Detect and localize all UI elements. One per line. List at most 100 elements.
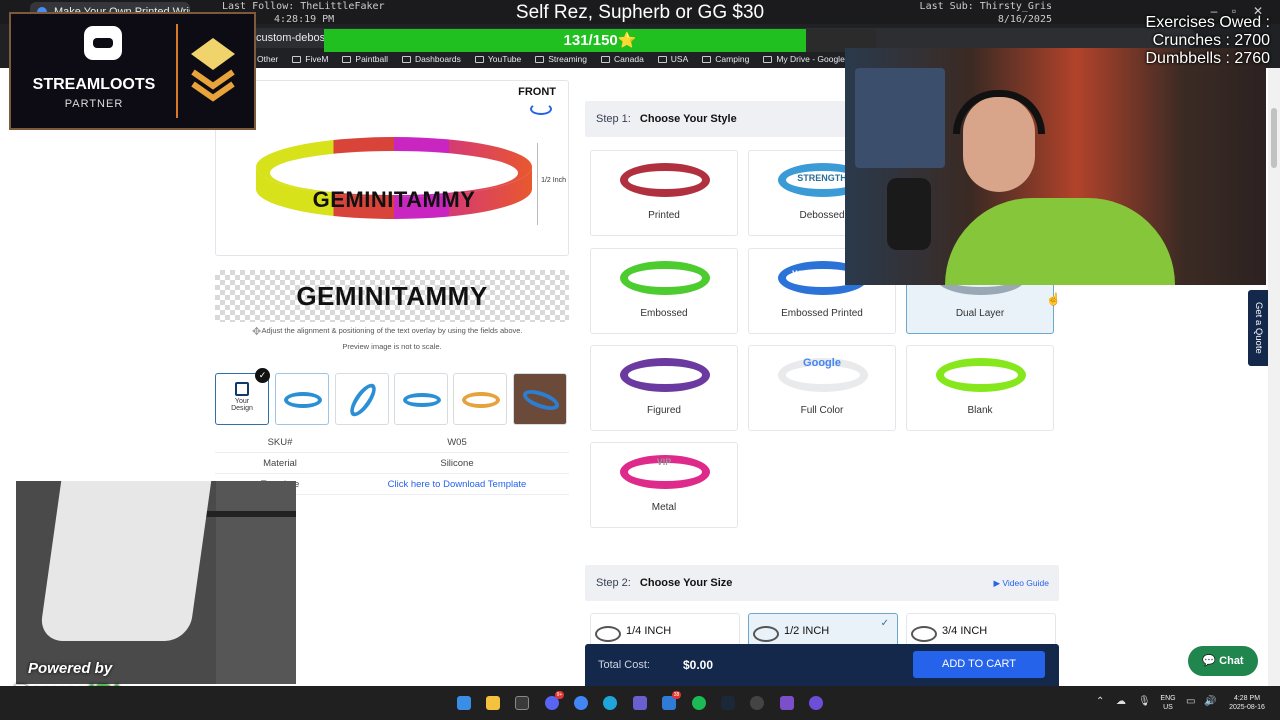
- wristband-thumbnail-image: [520, 385, 562, 415]
- chat-label: Chat: [1219, 655, 1244, 667]
- step-number: Step 2:: [596, 577, 631, 589]
- spec-row-material: Material Silicone: [215, 453, 569, 474]
- style-label: Figured: [647, 405, 681, 416]
- region-code: US: [1163, 704, 1173, 711]
- streamer-webcam: [845, 48, 1266, 285]
- style-option-full-color[interactable]: Google Full Color: [748, 345, 896, 431]
- spec-key: Material: [263, 458, 297, 469]
- chat-button[interactable]: 💬 Chat: [1188, 646, 1258, 676]
- get-a-quote-tab[interactable]: Get a Quote: [1248, 290, 1268, 366]
- clock-date: 2025-08-16: [1229, 704, 1265, 711]
- microphone-icon: [887, 178, 931, 250]
- alignment-hint: Adjust the alignment & positioning of th…: [261, 326, 523, 335]
- download-template-link[interactable]: Click here to Download Template: [385, 479, 529, 490]
- folder-icon: [342, 55, 352, 63]
- obs-icon[interactable]: [809, 696, 823, 710]
- microphone-tray-icon[interactable]: 🎙: [1138, 696, 1151, 707]
- partner-label: PARTNER: [64, 98, 124, 110]
- stream-date: 8/16/2025: [997, 14, 1052, 25]
- spec-value: Silicone: [440, 458, 474, 469]
- thumbnail-image[interactable]: [513, 373, 567, 425]
- display-icon[interactable]: ▭: [1186, 696, 1195, 707]
- front-label: FRONT: [518, 86, 556, 98]
- page-scrollbar[interactable]: [1268, 68, 1280, 686]
- scale-hint: Preview image is not to scale.: [342, 342, 442, 351]
- steam-icon[interactable]: [721, 696, 735, 710]
- style-option-printed[interactable]: McDonald's Printed: [590, 150, 738, 236]
- donation-goal-bar: 131/150⭐: [324, 29, 876, 52]
- size-label: 3/4 INCH: [942, 625, 988, 637]
- volume-icon[interactable]: 🔊: [1204, 696, 1216, 707]
- folder-icon: [292, 55, 302, 63]
- chrome-icon[interactable]: [574, 696, 588, 710]
- band-logo-text: McDonald's: [638, 173, 690, 183]
- cloud-icon[interactable]: ☁: [1116, 696, 1126, 707]
- bookmark-usa[interactable]: USA: [657, 54, 689, 64]
- your-design-label-1: Your: [234, 398, 250, 405]
- edge-icon[interactable]: [603, 696, 617, 710]
- clock-time: 4:28 PM: [1233, 695, 1261, 702]
- app-icon[interactable]: [633, 696, 647, 710]
- streamloots-name: STREAMLOOTS: [32, 76, 156, 93]
- thumbnail-image[interactable]: [394, 373, 448, 425]
- wristband-preview-image: [256, 137, 532, 219]
- bookmark-my-drive[interactable]: My Drive - Google...: [763, 54, 852, 64]
- thumbnail-image[interactable]: [335, 373, 389, 425]
- rotate-icon[interactable]: [530, 103, 552, 115]
- step-title: Choose Your Style: [639, 113, 737, 125]
- mouse-cursor-icon: ☝: [1046, 292, 1061, 306]
- video-guide-link[interactable]: ▶ Video Guide: [993, 565, 1049, 601]
- start-icon[interactable]: [457, 696, 471, 710]
- style-option-metal[interactable]: VIP Metal: [590, 442, 738, 528]
- size-indicator-label: 1/2 Inch: [541, 177, 566, 184]
- scrollbar-thumb[interactable]: [1271, 108, 1277, 168]
- system-clock[interactable]: 4:28 PM 2025-08-16: [1222, 694, 1272, 712]
- spec-value: W05: [447, 437, 467, 448]
- thumbnail-image[interactable]: [453, 373, 507, 425]
- app-icon[interactable]: [750, 696, 764, 710]
- partner-chevron-icon: [191, 38, 235, 102]
- bookmark-canada[interactable]: Canada: [601, 54, 644, 64]
- notification-badge: 38: [672, 691, 681, 699]
- calculator-icon[interactable]: [515, 696, 529, 710]
- band-logo-text: Google: [803, 357, 841, 369]
- badge-divider: [176, 24, 178, 118]
- step-2-header: Step 2: Choose Your Size ▶ Video Guide: [585, 565, 1059, 601]
- chevron-up-icon[interactable]: ⌃: [1096, 696, 1104, 707]
- style-option-figured[interactable]: HOS Hon Figured: [590, 345, 738, 431]
- total-cost-bar: Total Cost: $0.00 ADD TO CART: [585, 644, 1059, 686]
- style-option-blank[interactable]: Blank: [906, 345, 1054, 431]
- bookmark-dashboards[interactable]: Dashboards: [402, 54, 461, 64]
- selected-check-icon: ✓: [255, 368, 270, 383]
- bookmark-streaming[interactable]: Streaming: [535, 54, 587, 64]
- language-indicator[interactable]: ENG US: [1158, 694, 1178, 712]
- bookmark-paintball[interactable]: Paintball: [342, 54, 388, 64]
- blank-wristband-image: [936, 358, 1026, 392]
- paint-roller-icon: [235, 382, 249, 396]
- your-design-label-2: Design: [231, 405, 253, 412]
- bookmark-label: Canada: [614, 54, 644, 64]
- drive-icon: [763, 55, 773, 63]
- bookmark-fivem[interactable]: FiveM: [292, 54, 328, 64]
- spotify-icon[interactable]: [692, 696, 706, 710]
- bookmark-label: My Drive - Google...: [776, 54, 852, 64]
- bookmark-camping[interactable]: Camping: [702, 54, 749, 64]
- wristband-thumbnail-image: [403, 393, 441, 407]
- style-label: Blank: [967, 405, 993, 416]
- bookmark-label: USA: [670, 54, 689, 64]
- band-size-icon: [911, 626, 937, 642]
- add-to-cart-button[interactable]: ADD TO CART: [913, 651, 1045, 678]
- crunches-count: Crunches : 2700: [1152, 32, 1270, 49]
- exercises-title: Exercises Owed :: [1145, 14, 1270, 31]
- app-icon[interactable]: [780, 696, 794, 710]
- check-icon: ✓: [880, 618, 889, 629]
- file-explorer-icon[interactable]: [486, 696, 500, 710]
- powered-by-label: Powered by: [28, 660, 113, 677]
- 3d-printer-camera: [16, 481, 296, 684]
- last-sub-label: Last Sub: Thirsty_Gris: [919, 1, 1052, 12]
- thumbnail-image[interactable]: [275, 373, 329, 425]
- text-overlay-preview[interactable]: GEMINITAMMY: [215, 270, 569, 322]
- bookmark-youtube[interactable]: YouTube: [474, 54, 521, 64]
- windows-taskbar: 9+ 38 ⌃ ☁ 🎙 ENG US ▭ 🔊 4:28 PM 2025-08-1…: [0, 686, 1280, 720]
- style-option-embossed[interactable]: Embossed: [590, 248, 738, 334]
